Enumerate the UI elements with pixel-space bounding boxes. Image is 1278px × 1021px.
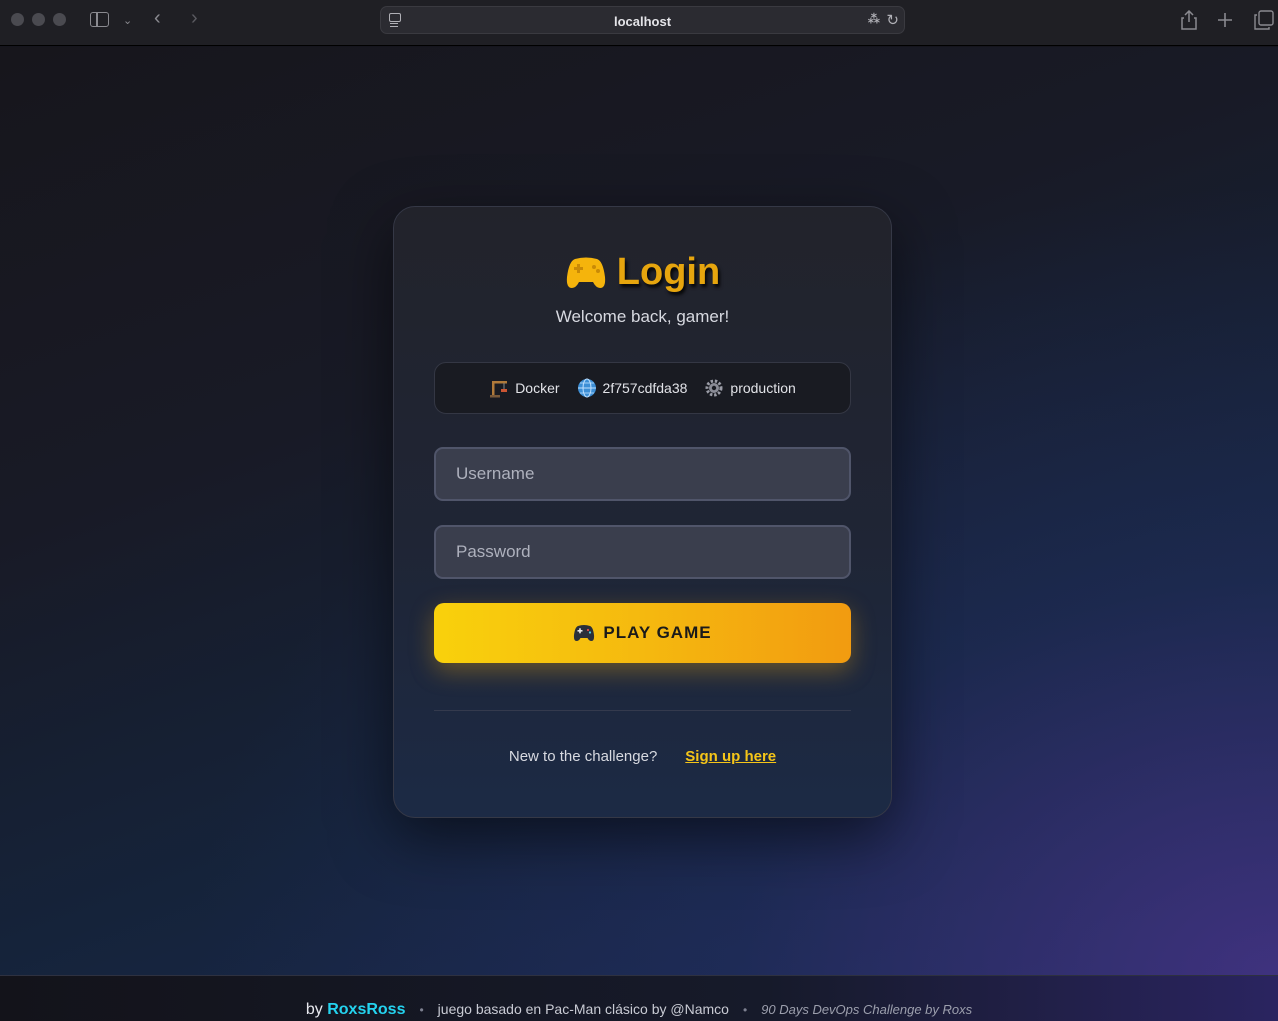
separator-dot: • bbox=[419, 1003, 424, 1017]
minimize-window-button[interactable] bbox=[32, 13, 45, 26]
separator-dot: • bbox=[742, 1003, 748, 1017]
signup-prompt: New to the challenge? bbox=[508, 748, 658, 765]
env-host-label: 2f757cdfda38 bbox=[602, 380, 688, 396]
login-heading: Login bbox=[394, 251, 891, 294]
env-mode: production bbox=[704, 378, 796, 398]
password-input[interactable] bbox=[434, 525, 851, 579]
tabs-overview-icon[interactable] bbox=[1254, 10, 1274, 30]
gamepad-icon bbox=[566, 257, 605, 288]
gear-icon bbox=[705, 379, 723, 397]
back-icon[interactable]: ‹ bbox=[154, 8, 161, 28]
signup-row: New to the challenge? Sign up here bbox=[394, 748, 891, 765]
forward-icon[interactable]: › bbox=[191, 8, 198, 28]
address-bar[interactable]: localhost ⁂ ↻ bbox=[380, 6, 905, 34]
play-game-label: PLAY GAME bbox=[603, 623, 712, 642]
new-tab-icon[interactable] bbox=[1217, 12, 1233, 28]
divider bbox=[434, 710, 851, 711]
translate-icon[interactable]: ⁂ bbox=[868, 12, 880, 26]
author-name[interactable]: RoxsRoss bbox=[327, 1001, 405, 1018]
login-card: Login Welcome back, gamer! Docker 2f757c… bbox=[393, 206, 892, 818]
reload-icon[interactable]: ↻ bbox=[886, 11, 899, 29]
author-credit: by RoxsRoss bbox=[306, 1001, 406, 1019]
game-credit: juego basado en Pac-Man clásico by @Namc… bbox=[437, 1001, 729, 1017]
username-input[interactable] bbox=[434, 447, 851, 501]
env-platform-label: Docker bbox=[515, 380, 560, 396]
env-mode-label: production bbox=[730, 380, 796, 396]
env-platform: Docker bbox=[489, 378, 560, 398]
globe-icon bbox=[577, 378, 596, 398]
challenge-credit: 90 Days DevOps Challenge by Roxs bbox=[761, 1002, 973, 1017]
page-title: Login bbox=[616, 251, 721, 293]
login-subtitle: Welcome back, gamer! bbox=[555, 307, 730, 326]
author-prefix: by bbox=[305, 1001, 323, 1018]
signup-link[interactable]: Sign up here bbox=[685, 748, 776, 765]
browser-toolbar: ⌄ ‹ › localhost ⁂ ↻ bbox=[0, 0, 1278, 46]
page-background: Login Welcome back, gamer! Docker 2f757c… bbox=[0, 47, 1278, 975]
play-game-button[interactable]: PLAY GAME bbox=[434, 603, 851, 663]
zoom-window-button[interactable] bbox=[53, 13, 66, 26]
window-controls bbox=[11, 13, 66, 26]
crane-icon bbox=[490, 381, 508, 398]
close-window-button[interactable] bbox=[11, 13, 24, 26]
sidebar-icon[interactable] bbox=[90, 12, 109, 27]
footer: by RoxsRoss • juego basado en Pac-Man cl… bbox=[0, 975, 1278, 1021]
footer-credits: by RoxsRoss • juego basado en Pac-Man cl… bbox=[0, 1001, 1278, 1019]
environment-info: Docker 2f757cdfda38 production bbox=[434, 362, 851, 414]
env-host: 2f757cdfda38 bbox=[577, 378, 688, 398]
share-icon[interactable] bbox=[1181, 10, 1197, 30]
gamepad-icon bbox=[574, 625, 595, 641]
url-text[interactable]: localhost bbox=[381, 14, 904, 29]
chevron-down-icon[interactable]: ⌄ bbox=[123, 13, 132, 29]
